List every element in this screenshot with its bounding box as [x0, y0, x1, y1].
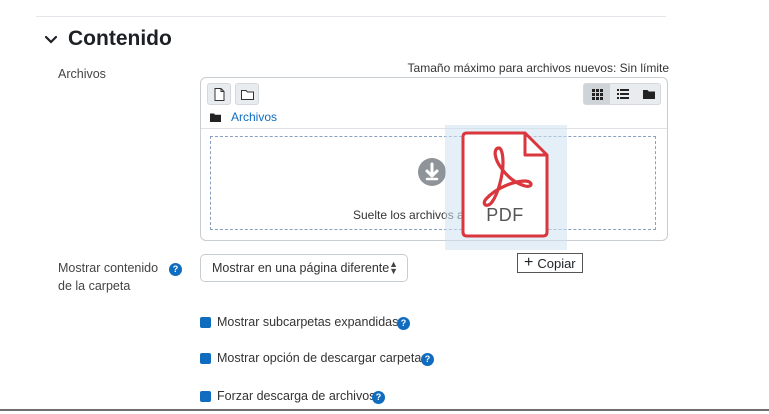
checkbox-label-show-download: Mostrar opción de descargar carpeta: [217, 351, 422, 365]
display-select[interactable]: Mostrar en una página diferente ▲ ▼: [200, 254, 408, 282]
tree-view-icon: [643, 90, 655, 99]
dropzone-text: Suelte los archivos a subir: [353, 208, 494, 222]
grid-view-button[interactable]: [584, 84, 610, 104]
folder-icon: [240, 89, 254, 100]
max-size-text: Tamaño máximo para archivos nuevos: Sin …: [407, 61, 669, 75]
chevron-down-icon[interactable]: [44, 33, 58, 47]
file-dropzone[interactable]: Suelte los archivos a subir: [210, 136, 656, 230]
pdf-file-label: PDF: [486, 205, 524, 225]
checkbox-label-show-expanded: Mostrar subcarpetas expandidas: [217, 315, 399, 329]
folder-icon: [210, 113, 221, 122]
checkbox-force-download[interactable]: [200, 391, 211, 402]
add-file-button[interactable]: [207, 83, 231, 105]
grid-view-icon: [591, 88, 603, 100]
section-title[interactable]: Contenido: [68, 27, 172, 51]
help-icon[interactable]: ?: [421, 353, 434, 366]
display-label-line2: de la carpeta: [58, 279, 131, 293]
list-view-icon: [617, 89, 629, 99]
checkbox-label-force-download: Forzar descarga de archivos: [217, 389, 376, 403]
copy-cursor-tooltip: + Copiar: [517, 253, 583, 273]
bottom-divider: [0, 409, 769, 411]
display-select-value: Mostrar en una página diferente: [212, 261, 390, 275]
copy-tooltip-label: Copiar: [537, 255, 576, 271]
help-icon[interactable]: ?: [372, 391, 385, 404]
file-icon: [214, 87, 224, 101]
list-view-button[interactable]: [610, 84, 636, 104]
file-picker-divider: [201, 128, 667, 129]
section-top-divider: [36, 16, 666, 17]
help-icon[interactable]: ?: [169, 263, 182, 276]
view-toggle-group: [583, 83, 661, 105]
create-folder-button[interactable]: [235, 83, 259, 105]
display-label-line1: Mostrar contenido: [58, 261, 159, 275]
file-picker: Archivos Suelte los archivos a subir: [200, 77, 668, 241]
plus-icon: +: [524, 254, 534, 271]
tree-view-button[interactable]: [636, 84, 662, 104]
checkbox-show-expanded[interactable]: [200, 317, 211, 328]
breadcrumb-link[interactable]: Archivos: [231, 110, 277, 124]
files-label: Archivos: [58, 67, 106, 81]
download-arrow-icon: [418, 158, 446, 186]
select-arrows-icon: ▲ ▼: [389, 259, 398, 276]
checkbox-show-download[interactable]: [200, 353, 211, 364]
help-icon[interactable]: ?: [397, 317, 410, 330]
